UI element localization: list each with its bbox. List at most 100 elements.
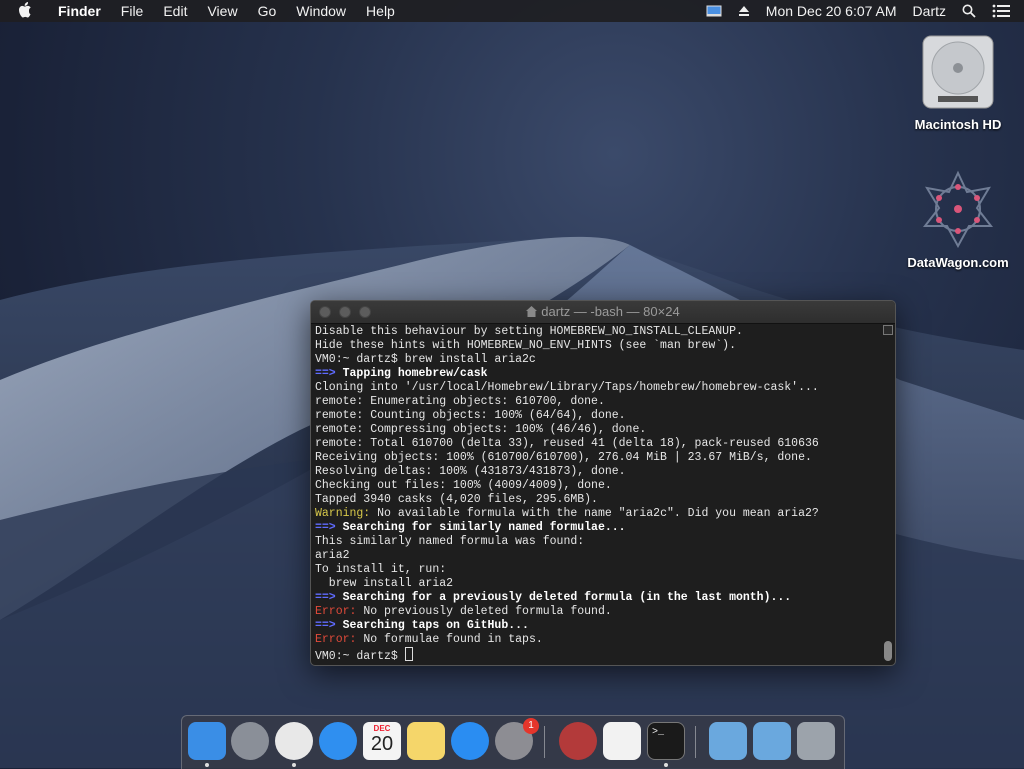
notification-badge: 1	[523, 718, 539, 734]
desktop-icon-macintosh-hd[interactable]: Macintosh HD	[903, 32, 1013, 132]
terminal-text: aria2	[315, 549, 350, 562]
terminal-text: Cloning into '/usr/local/Homebrew/Librar…	[315, 381, 819, 394]
terminal-title-bar[interactable]: dartz — -bash — 80×24	[311, 301, 895, 324]
safari-icon[interactable]	[319, 722, 357, 760]
terminal-line: brew install aria2	[315, 577, 881, 591]
desktop-icon-label: DataWagon.com	[907, 255, 1009, 270]
terminal-text: ==>	[315, 619, 343, 632]
terminal-line: remote: Enumerating objects: 610700, don…	[315, 395, 881, 409]
terminal-text: remote: Enumerating objects: 610700, don…	[315, 395, 605, 408]
menu-go[interactable]: Go	[248, 3, 287, 19]
zoom-button[interactable]	[359, 306, 371, 318]
menu-window[interactable]: Window	[286, 3, 356, 19]
terminal-line: Checking out files: 100% (4009/4009), do…	[315, 479, 881, 493]
running-indicator	[292, 763, 296, 767]
desktop-icon-datawagon[interactable]: DataWagon.com	[903, 170, 1013, 270]
terminal-text: brew install aria2	[315, 577, 454, 590]
calendar-icon[interactable]: DEC 20	[363, 722, 401, 760]
menu-finder[interactable]: Finder	[48, 3, 111, 19]
finder-icon[interactable]	[188, 722, 226, 760]
terminal-text: Searching for similarly named formulae..…	[342, 521, 626, 534]
terminal-text: Disable this behaviour by setting HOMEBR…	[315, 325, 743, 338]
terminal-text: This similarly named formula was found:	[315, 535, 585, 548]
terminal-text: Tapping homebrew/cask	[342, 367, 488, 380]
terminal-line: ==> Searching for a previously deleted f…	[315, 591, 881, 605]
dock-separator	[544, 726, 545, 758]
menu-edit[interactable]: Edit	[153, 3, 197, 19]
terminal-text: Searching for a previously deleted formu…	[342, 591, 792, 604]
system-preferences-icon[interactable]: 1	[495, 718, 539, 760]
close-button[interactable]	[319, 306, 331, 318]
running-indicator	[664, 763, 668, 767]
terminal-scrollbar[interactable]	[883, 325, 893, 661]
terminal-line: Cloning into '/usr/local/Homebrew/Librar…	[315, 381, 881, 395]
terminal-line: To install it, run:	[315, 563, 881, 577]
trash-icon[interactable]	[797, 722, 835, 760]
terminal-line: remote: Compressing objects: 100% (46/46…	[315, 423, 881, 437]
terminal-window[interactable]: dartz — -bash — 80×24 Disable this behav…	[310, 300, 896, 666]
terminal-text: No available formula with the name "aria…	[370, 507, 819, 520]
terminal-line: remote: Total 610700 (delta 33), reused …	[315, 437, 881, 451]
running-indicator	[205, 763, 209, 767]
terminal-text: Receiving objects: 100% (610700/610700),…	[315, 451, 812, 464]
terminal-text: Hide these hints with HOMEBREW_NO_ENV_HI…	[315, 339, 736, 352]
terminal-output[interactable]: Disable this behaviour by setting HOMEBR…	[315, 325, 881, 665]
dock: DEC 20 1 >_	[181, 715, 845, 769]
terminal-text: Error:	[315, 633, 357, 646]
scroll-toggle-icon[interactable]	[883, 325, 893, 335]
terminal-text: Searching taps on GitHub...	[342, 619, 529, 632]
spotlight-search-icon[interactable]	[954, 4, 984, 18]
terminal-text: VM0:~ dartz$ brew install aria2c	[315, 353, 536, 366]
terminal-line: Error: No previously deleted formula fou…	[315, 605, 881, 619]
terminal-text: ==>	[315, 521, 343, 534]
terminal-text: Error:	[315, 605, 357, 618]
terminal-text: No formulae found in taps.	[356, 633, 543, 646]
terminal-line: Receiving objects: 100% (610700/610700),…	[315, 451, 881, 465]
terminal-icon[interactable]: >_	[647, 722, 685, 760]
terminal-text: remote: Total 610700 (delta 33), reused …	[315, 437, 819, 450]
terminal-line: Disable this behaviour by setting HOMEBR…	[315, 325, 881, 339]
terminal-line: Warning: No available formula with the n…	[315, 507, 881, 521]
dock-separator	[695, 726, 696, 758]
menubar-user[interactable]: Dartz	[905, 3, 954, 19]
menu-help[interactable]: Help	[356, 3, 405, 19]
menu-file[interactable]: File	[111, 3, 154, 19]
launchpad-icon[interactable]	[231, 722, 269, 760]
terminal-line: ==> Searching for similarly named formul…	[315, 521, 881, 535]
terminal-line: ==> Searching taps on GitHub...	[315, 619, 881, 633]
datawagon-logo-icon	[922, 170, 994, 249]
terminal-text: Checking out files: 100% (4009/4009), do…	[315, 479, 612, 492]
menu-view[interactable]: View	[197, 3, 247, 19]
terminal-line: remote: Counting objects: 100% (64/64), …	[315, 409, 881, 423]
app-store-icon[interactable]	[451, 722, 489, 760]
terminal-line: Tapped 3940 casks (4,020 files, 295.6MB)…	[315, 493, 881, 507]
display-icon[interactable]	[698, 5, 730, 17]
apple-menu-icon[interactable]	[0, 1, 48, 21]
terminal-text: remote: Counting objects: 100% (64/64), …	[315, 409, 626, 422]
notification-center-icon[interactable]	[984, 4, 1024, 18]
calendar-month: DEC	[373, 724, 391, 733]
downloads-folder-icon[interactable]	[753, 722, 791, 760]
home-folder-icon	[526, 302, 538, 324]
minimize-button[interactable]	[339, 306, 351, 318]
applications-folder-icon[interactable]	[709, 722, 747, 760]
scroll-thumb[interactable]	[884, 641, 892, 661]
terminal-text: ==>	[315, 367, 343, 380]
eject-icon[interactable]	[730, 5, 758, 17]
photo-booth-icon[interactable]	[559, 722, 597, 760]
terminal-line: ==> Tapping homebrew/cask	[315, 367, 881, 381]
notes-icon[interactable]	[407, 722, 445, 760]
terminal-line: Hide these hints with HOMEBREW_NO_ENV_HI…	[315, 339, 881, 353]
textedit-icon[interactable]	[603, 722, 641, 760]
terminal-line: VM0:~ dartz$ brew install aria2c	[315, 353, 881, 367]
hard-drive-icon	[922, 35, 994, 109]
terminal-text: To install it, run:	[315, 563, 447, 576]
terminal-text: No previously deleted formula found.	[356, 605, 612, 618]
menubar-clock[interactable]: Mon Dec 20 6:07 AM	[758, 3, 905, 19]
chrome-icon[interactable]	[275, 722, 313, 760]
terminal-line: Error: No formulae found in taps.	[315, 633, 881, 647]
terminal-text: remote: Compressing objects: 100% (46/46…	[315, 423, 647, 436]
calendar-day: 20	[370, 733, 394, 755]
terminal-text: Warning:	[315, 507, 371, 520]
terminal-title: dartz — -bash — 80×24	[541, 304, 680, 319]
